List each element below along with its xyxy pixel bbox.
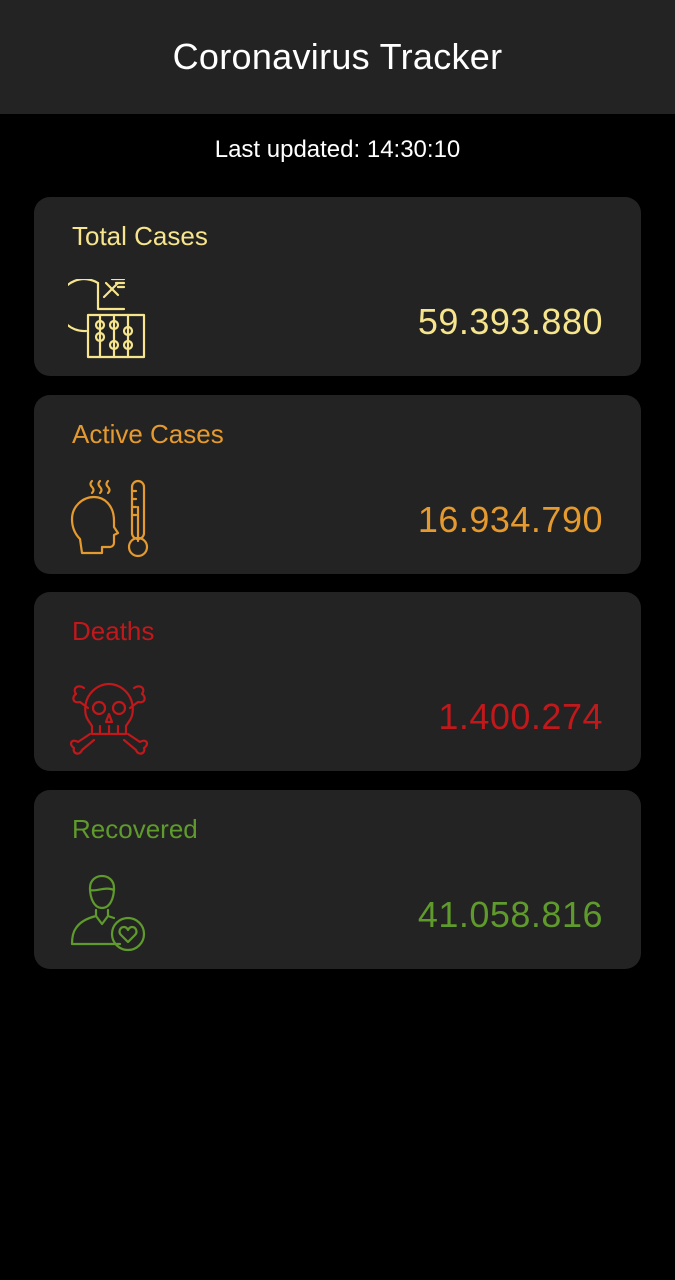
fever-thermometer-icon (68, 477, 150, 559)
last-updated-label: Last updated: 14:30:10 (214, 136, 461, 163)
card-title: Total Cases (72, 221, 208, 251)
card-value: 1.400.274 (438, 696, 603, 737)
card-deaths[interactable]: Deaths 1.400.274 (34, 592, 641, 771)
card-active-cases[interactable]: Active Cases 16.934.790 (34, 395, 641, 574)
card-total-cases[interactable]: Total Cases 59.393.880 (34, 197, 641, 376)
person-heart-icon (68, 872, 150, 954)
card-value: 59.393.880 (417, 301, 603, 342)
card-title: Recovered (72, 814, 198, 844)
skull-crossbones-icon (68, 674, 150, 756)
app-title: Coronavirus Tracker (172, 36, 503, 77)
chart-abacus-icon (68, 279, 150, 361)
card-title: Active Cases (72, 419, 224, 449)
card-value: 16.934.790 (417, 499, 603, 540)
card-value: 41.058.816 (417, 894, 603, 935)
card-title: Deaths (72, 616, 155, 646)
card-recovered[interactable]: Recovered 41.058.816 (34, 790, 641, 969)
app-bar: Coronavirus Tracker (0, 0, 675, 114)
